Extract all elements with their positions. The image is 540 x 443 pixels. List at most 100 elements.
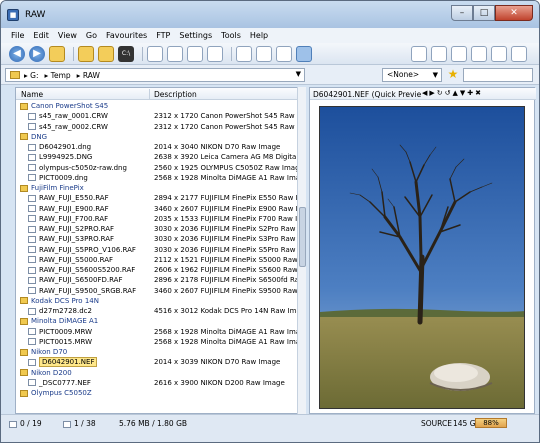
column-header: Name Description bbox=[16, 88, 305, 100]
folder-icon bbox=[20, 369, 28, 376]
tool-icon-6[interactable] bbox=[511, 46, 527, 62]
item-name: RAW_FUJI_S9500_SRGB.RAF bbox=[16, 286, 148, 296]
group-header[interactable]: DNG bbox=[16, 132, 298, 142]
menu-help[interactable]: Help bbox=[250, 31, 268, 40]
folder-icon bbox=[20, 133, 28, 141]
command-prompt-icon[interactable]: C:\ bbox=[118, 45, 134, 62]
menu-go[interactable]: Go bbox=[86, 31, 97, 40]
menu-ftp[interactable]: FTP bbox=[156, 31, 170, 40]
breadcrumb-raw[interactable]: ▸ RAW bbox=[77, 71, 100, 80]
item-name: Olympus C5050Z bbox=[16, 388, 148, 398]
tool-icon-1[interactable] bbox=[411, 46, 427, 62]
page-select[interactable] bbox=[463, 68, 533, 82]
side-tools bbox=[411, 46, 531, 62]
menu-file[interactable]: File bbox=[11, 31, 24, 40]
view-preview-icon[interactable] bbox=[296, 45, 312, 62]
tool-icon-5[interactable] bbox=[491, 46, 507, 62]
tool-icon-2[interactable] bbox=[431, 46, 447, 62]
tool-icon-3[interactable] bbox=[451, 46, 467, 62]
list-item[interactable]: RAW_FUJI_S9500_SRGB.RAF 3460 x 2607 FUJIF… bbox=[16, 286, 298, 296]
list-item[interactable]: RAW_FUJI_S5600S5200.RAF 2606 x 1962 FUJIF… bbox=[16, 265, 298, 275]
group-header[interactable]: Nikon D70 bbox=[16, 347, 298, 357]
list-item[interactable]: s45_raw_0001.CRW 2312 x 1720 Canon PowerS… bbox=[16, 111, 298, 121]
view-list-icon[interactable] bbox=[256, 45, 272, 62]
column-divider[interactable] bbox=[149, 89, 150, 99]
favourite-star-icon[interactable]: ★ bbox=[446, 67, 460, 81]
group-header[interactable]: Canon PowerShot S45 bbox=[16, 101, 298, 111]
item-name: RAW_FUJI_S5000.RAF bbox=[16, 255, 148, 265]
chevron-down-icon[interactable]: ▼ bbox=[296, 70, 301, 78]
list-item[interactable]: L9994925.DNG 2638 x 3920 Leica Camera AG … bbox=[16, 152, 298, 162]
item-name: PICT0009.dng bbox=[16, 173, 148, 183]
list-item[interactable]: PICT0015.MRW 2568 x 1928 Minolta DiMAGE A… bbox=[16, 337, 298, 347]
menu-view[interactable]: View bbox=[58, 31, 77, 40]
tool-icon-4[interactable] bbox=[471, 46, 487, 62]
group-header[interactable]: Minolta DiMAGE A1 bbox=[16, 316, 298, 326]
column-name[interactable]: Name bbox=[21, 90, 43, 99]
menu-bar: File Edit View Go Favourites FTP Setting… bbox=[1, 28, 539, 43]
paste-icon[interactable] bbox=[167, 45, 183, 62]
title-bar[interactable]: ■ RAW – □ ✕ bbox=[1, 1, 539, 28]
list-item[interactable]: RAW_FUJI_F700.RAF 2035 x 1533 FUJIFILM Fi… bbox=[16, 214, 298, 224]
file-icon bbox=[28, 379, 36, 387]
delete-icon[interactable] bbox=[207, 45, 223, 62]
copy-icon[interactable] bbox=[147, 45, 163, 62]
list-item[interactable]: PICT0009.MRW 2568 x 1928 Minolta DiMAGE A… bbox=[16, 327, 298, 337]
group-header[interactable]: Nikon D200 bbox=[16, 368, 298, 378]
path-field[interactable]: ▸ G: ▸ Temp ▸ RAW ▼ bbox=[5, 68, 305, 82]
list-item[interactable]: RAW_FUJI_S6500FD.RAF 2896 x 2178 FUJIFILM… bbox=[16, 275, 298, 285]
minimize-button[interactable]: – bbox=[451, 5, 473, 21]
view-details-icon[interactable] bbox=[236, 45, 252, 62]
list-item[interactable]: PICT0009.dng 2568 x 1928 Minolta DiMAGE A… bbox=[16, 173, 298, 183]
preview-controls[interactable]: ◀▶↻↺▲▼✚✖ bbox=[422, 89, 483, 97]
list-item[interactable]: RAW_FUJI_S2PRO.RAF 3030 x 2036 FUJIFILM F… bbox=[16, 224, 298, 234]
file-count: 1 / 38 bbox=[63, 418, 96, 430]
list-item[interactable]: s45_raw_0002.CRW 2312 x 1720 Canon PowerS… bbox=[16, 122, 298, 132]
new-folder-icon[interactable] bbox=[78, 45, 94, 62]
file-icon bbox=[28, 194, 36, 202]
scrollbar-thumb[interactable] bbox=[299, 207, 306, 267]
breadcrumb-drive[interactable]: ▸ G: bbox=[24, 71, 39, 80]
item-description: 2568 x 1928 Minolta DiMAGE A1 Raw Image bbox=[154, 173, 298, 182]
list-item[interactable]: RAW_FUJI_S3PRO.RAF 3030 x 2036 FUJIFILM F… bbox=[16, 234, 298, 244]
list-item[interactable]: d27m2728.dc2 4516 x 3012 Kodak DCS Pro 14… bbox=[16, 306, 298, 316]
list-item[interactable]: RAW_FUJI_E900.RAF 3460 x 2607 FUJIFILM Fi… bbox=[16, 204, 298, 214]
menu-tools[interactable]: Tools bbox=[221, 31, 241, 40]
item-name: D6042901.NEF bbox=[16, 357, 148, 368]
list-item[interactable]: RAW_FUJI_S5000.RAF 2112 x 1521 FUJIFILM F… bbox=[16, 255, 298, 265]
view-thumbnails-icon[interactable] bbox=[276, 45, 292, 62]
file-icon bbox=[28, 256, 36, 264]
filter-select[interactable]: <None> ▼ bbox=[382, 68, 442, 82]
rename-icon[interactable] bbox=[187, 45, 203, 62]
group-header[interactable]: FujiFilm FinePix bbox=[16, 183, 298, 193]
close-button[interactable]: ✕ bbox=[495, 5, 533, 21]
window-title: RAW bbox=[25, 9, 46, 20]
list-item[interactable]: _DSC0777.NEF 2616 x 3900 NIKON D200 Raw I… bbox=[16, 378, 298, 388]
item-description: 2894 x 2177 FUJIFILM FinePix E550 Raw Im… bbox=[154, 194, 298, 203]
forward-icon[interactable]: ▶ bbox=[29, 45, 45, 62]
list-item[interactable]: D6042901.dng 2014 x 3040 NIKON D70 Raw Im… bbox=[16, 142, 298, 152]
breadcrumb-temp[interactable]: ▸ Temp bbox=[45, 71, 71, 80]
list-item[interactable]: RAW_FUJI_S5PRO_V106.RAF 3030 x 2036 FUJIF… bbox=[16, 245, 298, 255]
back-icon[interactable]: ◀ bbox=[9, 45, 25, 62]
item-name: L9994925.DNG bbox=[16, 152, 148, 162]
vertical-scrollbar[interactable] bbox=[297, 87, 306, 414]
list-item[interactable]: D6042901.NEF 2014 x 3039 NIKON D70 Raw Im… bbox=[16, 357, 298, 368]
item-name: D6042901.dng bbox=[16, 142, 148, 152]
list-item[interactable]: olympus-c5050z-raw.dng 2560 x 1925 OLYMPU… bbox=[16, 163, 298, 173]
menu-favourites[interactable]: Favourites bbox=[106, 31, 147, 40]
menu-settings[interactable]: Settings bbox=[179, 31, 212, 40]
folder-icon bbox=[20, 317, 28, 325]
copy-folder-icon[interactable] bbox=[98, 45, 114, 62]
status-bar: 0 / 19 1 / 38 5.76 MB / 1.80 GB SOURCE 1… bbox=[1, 414, 539, 442]
list-item[interactable]: RAW_FUJI_E550.RAF 2894 x 2177 FUJIFILM Fi… bbox=[16, 193, 298, 203]
folder-up-icon[interactable] bbox=[49, 45, 65, 62]
item-description: 2312 x 1720 Canon PowerShot S45 Raw Ima.… bbox=[154, 122, 298, 131]
menu-edit[interactable]: Edit bbox=[33, 31, 49, 40]
group-header[interactable]: Kodak DCS Pro 14N bbox=[16, 296, 298, 306]
column-description[interactable]: Description bbox=[154, 90, 197, 99]
item-description: 2568 x 1928 Minolta DiMAGE A1 Raw Image bbox=[154, 337, 298, 346]
maximize-button[interactable]: □ bbox=[473, 5, 495, 21]
item-description: 2312 x 1720 Canon PowerShot S45 Raw Ima.… bbox=[154, 112, 298, 121]
group-header[interactable]: Olympus C5050Z bbox=[16, 388, 298, 398]
